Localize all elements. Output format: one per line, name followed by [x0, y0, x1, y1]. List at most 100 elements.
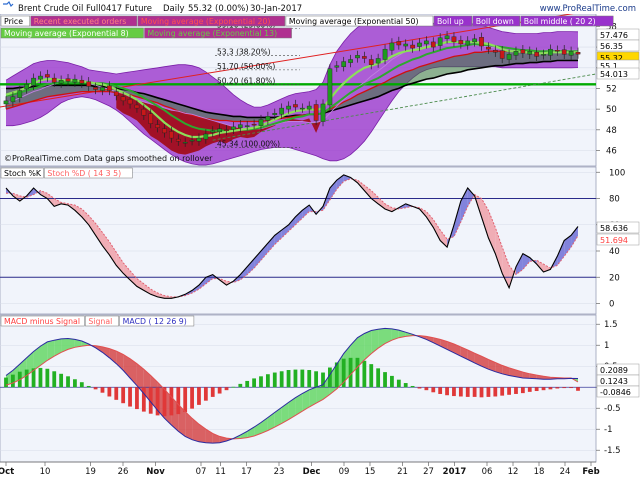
x-axis-label: 2017	[443, 467, 467, 477]
macd-histogram-bar	[176, 387, 181, 415]
candle-body	[313, 104, 319, 121]
macd-histogram-bar	[548, 387, 553, 390]
candle-body	[72, 78, 78, 83]
x-axis-label: 17	[241, 467, 252, 477]
candle-body	[403, 43, 409, 47]
macd-histogram-bar	[217, 387, 222, 394]
macd-axis-label: 1	[604, 341, 609, 351]
x-axis-label: 06	[482, 467, 493, 477]
candle-body	[196, 137, 202, 142]
macd-histogram-bar	[128, 387, 132, 407]
legend-item-label: Recent executed orders	[34, 17, 127, 26]
macd-histogram-bar	[79, 382, 84, 388]
candle-body	[306, 105, 312, 110]
legend-item-label: Stoch %D ( 14 3 5)	[47, 169, 121, 178]
macd-histogram-bar	[190, 387, 194, 409]
candle-body	[513, 51, 519, 56]
legend-item-label: Moving average (Exponential 20)	[141, 17, 271, 26]
value-badge-label: 0.2089	[600, 366, 628, 375]
x-axis-label: 26	[118, 467, 129, 477]
legend-item-label: Price	[4, 17, 23, 26]
candle-body	[134, 104, 140, 109]
x-axis-label: 18	[534, 467, 545, 477]
macd-histogram-bar	[479, 387, 484, 398]
macd-histogram-bar	[452, 387, 456, 397]
candle-body	[492, 49, 498, 53]
price-axis-label: 52	[606, 84, 617, 94]
macd-histogram-bar	[279, 371, 284, 388]
candle-body	[417, 42, 422, 47]
macd-histogram-bar	[66, 376, 70, 388]
macd-histogram-bar	[59, 373, 64, 388]
candle-body	[120, 96, 126, 102]
legend-item-label: MACD minus Signal	[4, 317, 80, 326]
macd-histogram-bar	[38, 367, 43, 388]
candle-body	[210, 130, 216, 133]
macd-histogram-bar	[93, 387, 98, 390]
macd-axis-label: 1.5	[604, 320, 618, 330]
macd-histogram-bar	[569, 387, 574, 389]
candle-body	[396, 41, 402, 46]
legend-item-label: Signal	[88, 317, 112, 326]
macd-histogram-bar	[514, 387, 518, 394]
candle-body	[362, 56, 367, 59]
header-site: www.ProRealTime.com	[540, 4, 636, 14]
candle-body	[189, 139, 195, 142]
macd-histogram-bar	[238, 383, 243, 388]
macd-histogram-bar	[169, 387, 174, 416]
fib-label: 53.3 (38.20%)	[217, 47, 271, 56]
x-axis-label: 19	[85, 467, 96, 477]
candle-body	[58, 79, 64, 84]
price-axis-label: 46	[606, 146, 617, 156]
candle-body	[368, 59, 374, 65]
x-axis-label: Oct	[0, 467, 14, 477]
macd-histogram-bar	[355, 357, 360, 388]
macd-histogram-bar	[403, 383, 408, 388]
candle-body	[355, 55, 360, 59]
candle-body	[382, 48, 388, 60]
candle-body	[24, 84, 30, 90]
candle-body	[499, 50, 505, 59]
legend-item-label: Boll up	[437, 17, 464, 26]
macd-histogram-bar	[534, 387, 539, 392]
chart-canvas: 59.10 (23.60%)53.3 (38.20%)51.70 (50.00%…	[0, 0, 640, 480]
candle-body	[169, 131, 174, 139]
candle-body	[272, 113, 278, 116]
x-axis-label: 21	[397, 467, 408, 477]
macd-histogram-bar	[410, 385, 415, 388]
macd-axis-label: -1.5	[604, 446, 621, 456]
candle-body	[265, 116, 271, 121]
macd-histogram-bar	[100, 387, 105, 393]
candle-body	[231, 126, 236, 130]
candle-body	[465, 40, 471, 46]
candle-body	[479, 37, 484, 47]
macd-histogram-bar	[486, 387, 491, 397]
macd-histogram-bar	[458, 387, 463, 397]
candle-body	[341, 61, 347, 67]
candle-body	[203, 133, 209, 140]
macd-histogram-bar	[362, 360, 367, 388]
candle-body	[293, 104, 298, 108]
macd-histogram-bar	[493, 387, 498, 397]
candle-body	[458, 40, 464, 45]
x-axis-label: Feb	[582, 467, 599, 477]
price-axis-label: 50	[606, 105, 617, 115]
macd-histogram-bar	[252, 378, 256, 388]
candle-body	[141, 108, 147, 116]
macd-histogram-bar	[562, 387, 567, 389]
candle-body	[554, 49, 560, 52]
x-axis-label: Nov	[146, 467, 165, 477]
candle-body	[375, 58, 381, 64]
candle-body	[113, 91, 119, 96]
legend-item-label: Boll down	[476, 17, 514, 26]
value-badge-label: 51.694	[600, 236, 628, 245]
x-axis-label: 12	[508, 467, 519, 477]
macd-histogram-bar	[472, 387, 477, 397]
macd-histogram-bar	[162, 387, 167, 417]
candle-body	[17, 90, 23, 98]
x-axis-label: Dec	[303, 467, 321, 477]
macd-histogram-bar	[24, 369, 29, 388]
candle-body	[38, 75, 43, 80]
macd-histogram-bar	[576, 387, 580, 391]
value-badge-label: -0.0846	[600, 388, 631, 397]
